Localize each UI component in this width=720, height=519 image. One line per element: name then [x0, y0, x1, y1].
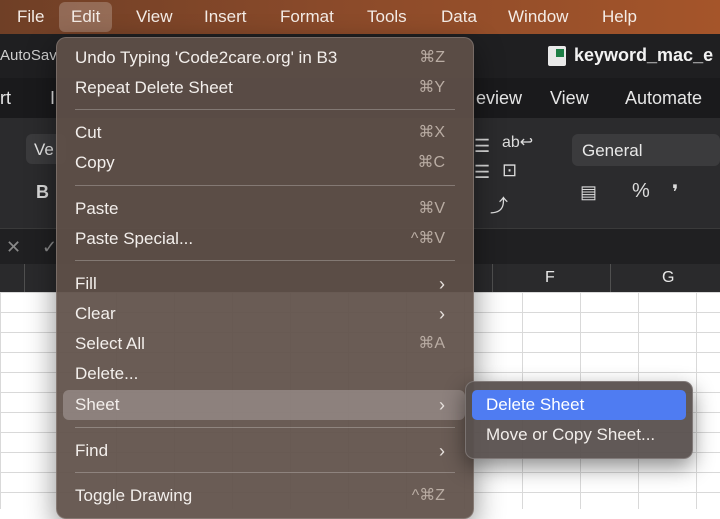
chevron-right-icon: ›	[439, 395, 445, 415]
menubar-format[interactable]: Format	[268, 0, 346, 34]
autosave-label[interactable]: AutoSav	[0, 47, 57, 64]
chevron-right-icon: ›	[439, 304, 445, 324]
menu-item-find[interactable]: Find ›	[63, 436, 465, 466]
align-icon[interactable]: ☰	[474, 136, 490, 157]
percent-style-button[interactable]: %	[632, 180, 650, 203]
menu-item-cut[interactable]: Cut ⌘X	[63, 118, 465, 148]
menu-item-label: Paste Special...	[75, 229, 194, 248]
menu-item-label: Paste	[75, 199, 119, 218]
menu-item-label: Sheet	[75, 395, 120, 414]
tab-partial[interactable]: I	[50, 88, 55, 109]
submenu-item-delete-sheet[interactable]: Delete Sheet	[472, 390, 686, 420]
bold-button[interactable]: B	[36, 182, 49, 203]
menu-item-copy[interactable]: Copy ⌘C	[63, 148, 465, 178]
sheet-submenu: Delete Sheet Move or Copy Sheet...	[465, 381, 693, 459]
wrap-text-icon[interactable]: ab↩	[502, 132, 533, 152]
menu-item-label: Clear	[75, 304, 116, 323]
number-format-value: General	[582, 141, 643, 160]
menu-item-label: Cut	[75, 123, 102, 142]
menu-item-label: Copy	[75, 153, 115, 172]
menu-item-label: Repeat Delete Sheet	[75, 78, 233, 97]
submenu-item-label: Move or Copy Sheet...	[486, 425, 656, 444]
excel-document-icon	[548, 46, 566, 66]
tab-review[interactable]: eview	[476, 88, 522, 109]
shortcut-label: ⌘Z	[419, 49, 445, 66]
menu-item-label: Undo Typing 'Code2care.org' in B3	[75, 48, 338, 67]
menu-item-toggle-drawing[interactable]: Toggle Drawing ^⌘Z	[63, 481, 465, 511]
menu-item-undo[interactable]: Undo Typing 'Code2care.org' in B3 ⌘Z	[63, 43, 465, 73]
tab-insert-partial[interactable]: rt	[0, 88, 11, 109]
tab-view[interactable]: View	[550, 88, 589, 109]
check-icon[interactable]: ✓	[42, 237, 57, 258]
merge-cells-icon[interactable]: ⊡	[502, 160, 517, 181]
menubar-help[interactable]: Help	[590, 0, 649, 34]
shortcut-label: ⌘V	[418, 200, 445, 217]
column-header-f[interactable]: F	[545, 269, 555, 287]
align-left-icon[interactable]: ☰	[474, 162, 490, 183]
menu-item-label: Find	[75, 441, 109, 460]
shortcut-label: ^⌘V	[410, 230, 445, 247]
menu-item-paste-special[interactable]: Paste Special... ^⌘V	[63, 224, 465, 254]
menu-separator	[75, 260, 455, 261]
menubar-data[interactable]: Data	[429, 0, 489, 34]
submenu-item-label: Delete Sheet	[486, 395, 585, 414]
shortcut-label: ⌘X	[418, 124, 445, 141]
chevron-right-icon: ›	[439, 274, 445, 294]
menu-item-label: Delete...	[75, 364, 139, 383]
accounting-format-icon[interactable]: ▤	[580, 182, 597, 203]
number-format-select[interactable]: General	[572, 134, 720, 166]
menubar-view[interactable]: View	[124, 0, 185, 34]
orientation-icon[interactable]: ⤴	[490, 192, 508, 218]
menu-separator	[75, 472, 455, 473]
menu-item-label: Select All	[75, 334, 145, 353]
menubar-tools[interactable]: Tools	[355, 0, 419, 34]
cancel-icon[interactable]: ✕	[6, 237, 21, 258]
menu-item-sheet[interactable]: Sheet ›	[63, 390, 465, 420]
menu-item-label: Fill	[75, 274, 97, 293]
menu-item-clear[interactable]: Clear ›	[63, 299, 465, 329]
menubar-insert[interactable]: Insert	[192, 0, 259, 34]
submenu-item-move-copy-sheet[interactable]: Move or Copy Sheet...	[472, 420, 686, 450]
shortcut-label: ⌘A	[418, 335, 445, 352]
menu-item-delete[interactable]: Delete...	[63, 359, 465, 389]
shortcut-label: ⌘Y	[418, 79, 445, 96]
shortcut-label: ^⌘Z	[411, 487, 445, 504]
menubar-edit[interactable]: Edit	[59, 2, 113, 32]
macos-menu-bar: File Edit View Insert Format Tools Data …	[0, 0, 720, 34]
shortcut-label: ⌘C	[417, 154, 445, 171]
document-title: keyword_mac_e	[574, 45, 714, 65]
tab-automate[interactable]: Automate	[625, 88, 702, 109]
menu-item-paste[interactable]: Paste ⌘V	[63, 194, 465, 224]
column-divider	[610, 264, 611, 292]
column-header-g[interactable]: G	[662, 269, 674, 287]
column-divider	[492, 264, 493, 292]
font-name-value: Ve	[34, 140, 54, 159]
column-divider	[24, 264, 25, 292]
menu-item-repeat[interactable]: Repeat Delete Sheet ⌘Y	[63, 73, 465, 103]
chevron-right-icon: ›	[439, 441, 445, 461]
edit-menu: Undo Typing 'Code2care.org' in B3 ⌘Z Rep…	[56, 37, 474, 519]
menu-separator	[75, 109, 455, 110]
menu-separator	[75, 185, 455, 186]
menu-separator	[75, 427, 455, 428]
menubar-window[interactable]: Window	[496, 0, 580, 34]
menu-item-select-all[interactable]: Select All ⌘A	[63, 329, 465, 359]
menubar-file[interactable]: File	[5, 0, 56, 34]
comma-style-button[interactable]: ❜	[672, 180, 678, 205]
menu-item-label: Toggle Drawing	[75, 486, 193, 505]
menu-item-fill[interactable]: Fill ›	[63, 269, 465, 299]
